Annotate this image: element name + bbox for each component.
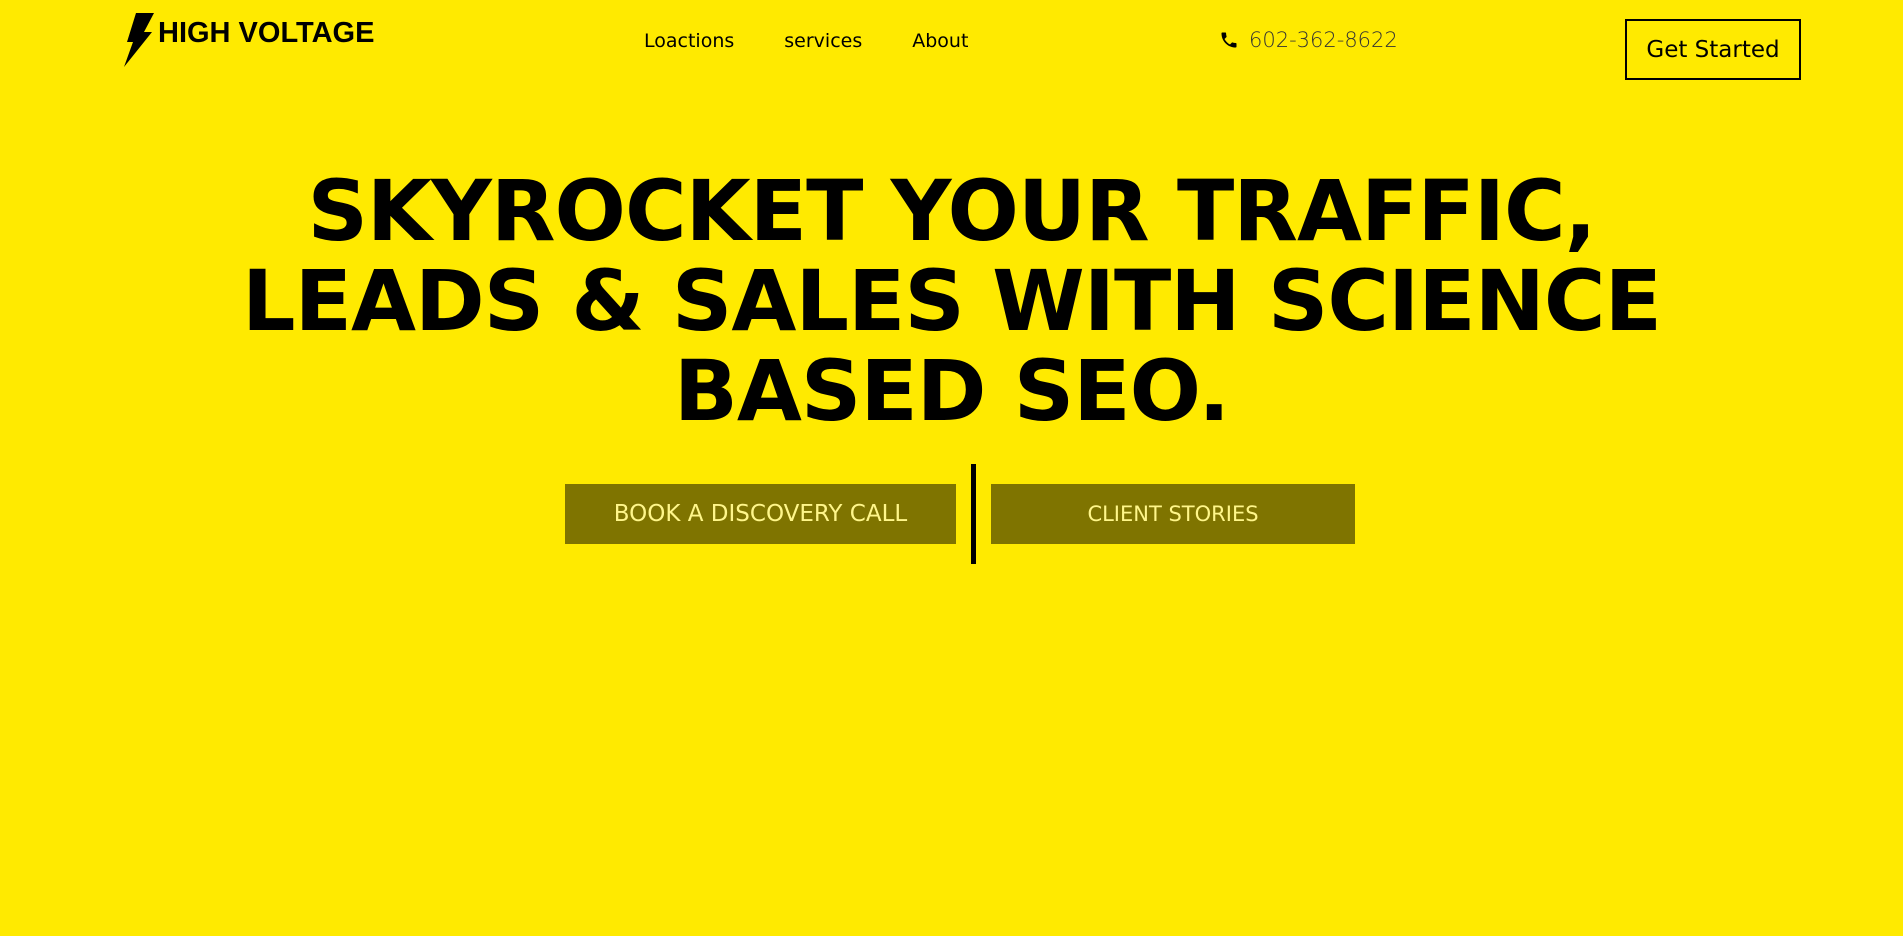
nav-link-locations[interactable]: Loactions — [644, 30, 734, 52]
cta-divider — [971, 464, 976, 564]
phone-link[interactable]: 602-362-8622 — [1219, 28, 1398, 52]
main-nav: Loactions services About — [644, 30, 968, 52]
lightning-bolt-icon — [124, 13, 154, 67]
logo-text: HIGH VOLTAGE — [158, 16, 375, 49]
phone-icon — [1221, 32, 1237, 48]
nav-link-services[interactable]: services — [784, 30, 862, 52]
landing-page: HIGH VOLTAGE Loactions services About 60… — [0, 0, 1903, 936]
hero-title-line-3: BASED SEO. — [673, 342, 1230, 440]
logo-link[interactable]: HIGH VOLTAGE — [124, 13, 374, 67]
hero-title: SKYROCKET YOUR TRAFFIC, LEADS & SALES WI… — [0, 166, 1903, 436]
phone-number: 602-362-8622 — [1249, 28, 1398, 52]
hero-title-line-2: LEADS & SALES WITH SCIENCE — [242, 252, 1662, 350]
hero-title-line-1: SKYROCKET YOUR TRAFFIC, — [307, 162, 1596, 260]
book-discovery-call-button[interactable]: BOOK A DISCOVERY CALL — [565, 484, 956, 544]
client-stories-button[interactable]: CLIENT STORIES — [991, 484, 1355, 544]
nav-link-about[interactable]: About — [912, 30, 968, 52]
get-started-button[interactable]: Get Started — [1625, 19, 1801, 80]
